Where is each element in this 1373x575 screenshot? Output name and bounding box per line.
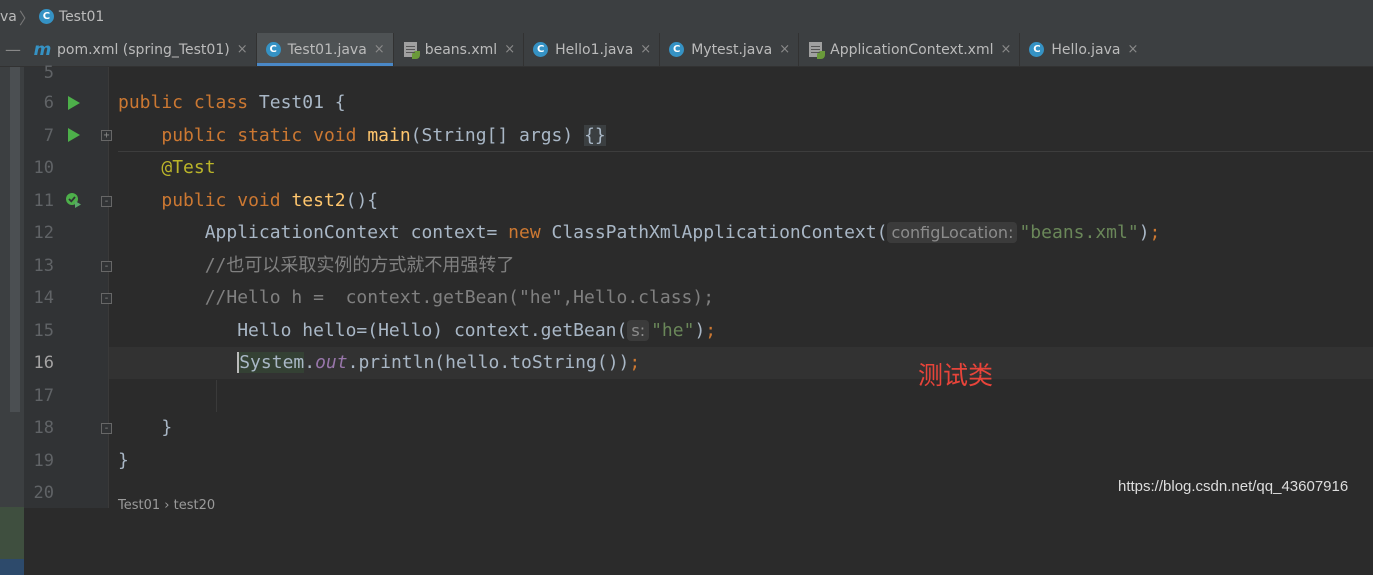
tab-test01-java[interactable]: C Test01.java × [256,33,394,66]
spring-xml-icon [807,41,826,59]
indent-guide [216,380,217,412]
fold-collapse-icon[interactable]: - [101,293,112,304]
vertical-scrollbar[interactable] [10,67,20,412]
code-line-10[interactable]: @Test [118,152,215,184]
java-class-icon: C [265,41,282,58]
fold-collapse-icon[interactable]: - [101,196,112,207]
maven-icon: m [33,39,52,60]
line-number: 12 [33,223,54,243]
editor-tab-bar: — m pom.xml (spring_Test01) × C Test01.j… [0,33,1373,67]
line-number: 15 [33,321,54,341]
code-line-14[interactable]: //Hello h = context.getBean("he",Hello.c… [118,282,714,314]
code-line-18[interactable]: } [118,412,172,444]
line-number: 13 [33,256,54,276]
tab-menu-icon[interactable]: — [0,33,26,66]
code-line-15[interactable]: Hello hello=(Hello) context.getBean(s: "h… [118,315,716,347]
parameter-hint: configLocation: [887,222,1018,243]
line-number-current: 16 [33,353,54,373]
close-icon[interactable]: × [640,42,651,57]
tab-mytest-java[interactable]: C Mytest.java × [660,33,800,66]
code-line-13[interactable]: //也可以采取实例的方式就不用强转了 [118,250,515,282]
parameter-hint: s: [627,320,650,341]
fold-collapse-icon[interactable]: - [101,423,112,434]
breadcrumb-separator: 〉 [18,8,35,28]
close-icon[interactable]: × [504,42,515,57]
navigation-breadcrumb: va 〉 C Test01 [0,0,1373,34]
line-number: 19 [33,451,54,471]
code-line-6[interactable]: public class Test01 { [118,87,346,119]
code-line-19[interactable]: } [118,445,129,477]
close-icon[interactable]: × [374,42,385,57]
bottom-breadcrumb: Test01 › test20 [118,498,216,513]
code-line-12[interactable]: ApplicationContext context= new ClassPat… [118,217,1160,249]
tab-beans-xml[interactable]: beans.xml × [394,33,525,66]
breadcrumb-item-class[interactable]: C Test01 [38,9,104,25]
run-test-icon[interactable] [65,192,81,208]
tab-hello1-java[interactable]: C Hello1.java × [524,33,661,66]
run-icon[interactable] [68,96,80,110]
close-icon[interactable]: × [779,42,790,57]
breadcrumb-item-package[interactable]: va [0,9,17,25]
spring-xml-icon [402,41,420,59]
tab-hello-java[interactable]: C Hello.java × [1020,33,1146,66]
line-number: 11 [33,191,54,211]
code-line-11[interactable]: public void test2(){ [118,185,378,217]
run-icon[interactable] [68,128,80,142]
tab-applicationcontext-xml[interactable]: ApplicationContext.xml × [799,33,1021,66]
tool-window-stripe-active [0,559,24,575]
tab-pom-xml[interactable]: m pom.xml (spring_Test01) × [26,33,257,66]
code-line-7[interactable]: public static void main(String[] args) {… [118,120,606,152]
java-class-icon: C [668,41,685,58]
left-tool-strip [0,67,24,575]
tool-window-stripe [0,507,24,559]
line-number: 20 [33,483,54,503]
java-class-icon: C [532,41,549,58]
line-number: 6 [43,93,54,113]
annotation-label: 测试类 [918,361,994,390]
line-number: 18 [33,418,54,438]
line-number: 7 [43,126,54,146]
folded-code-placeholder[interactable]: {} [584,125,606,146]
fold-collapse-icon[interactable]: - [101,261,112,272]
close-icon[interactable]: × [237,42,248,57]
line-number: 5 [43,63,54,83]
watermark-text: https://blog.csdn.net/qq_43607916 [1118,478,1349,495]
line-number: 17 [33,386,54,406]
close-icon[interactable]: × [1001,42,1012,57]
java-class-icon: C [38,9,54,24]
code-line-16[interactable]: System.out.println(hello.toString()); [118,347,640,379]
line-number: 14 [33,288,54,308]
close-icon[interactable]: × [1127,42,1138,57]
line-number: 10 [33,158,54,178]
java-class-icon: C [1028,41,1045,58]
fold-expand-icon[interactable]: + [101,130,112,141]
